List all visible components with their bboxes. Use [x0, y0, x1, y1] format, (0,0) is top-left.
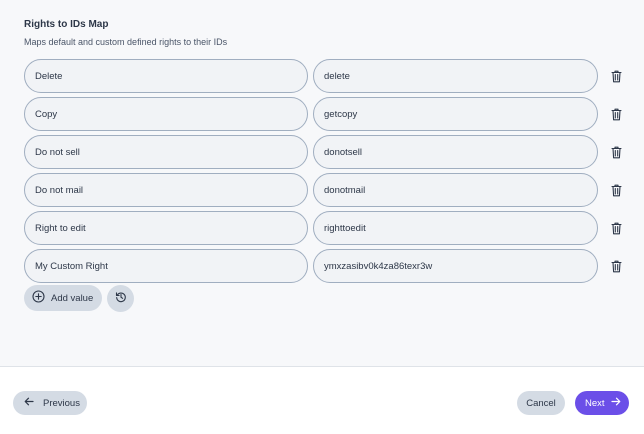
add-value-label: Add value: [51, 292, 94, 304]
reset-button[interactable]: [107, 285, 134, 312]
mapping-row: Right to edit righttoedit: [24, 211, 634, 245]
right-name-field[interactable]: Delete: [24, 59, 308, 93]
cancel-button[interactable]: Cancel: [517, 391, 565, 415]
trash-icon[interactable]: [609, 182, 623, 198]
mapping-list: Delete delete Copy getcopy Do not sell d…: [24, 59, 634, 287]
section-description: Maps default and custom defined rights t…: [24, 37, 228, 47]
right-name-field[interactable]: Right to edit: [24, 211, 308, 245]
trash-icon[interactable]: [609, 220, 623, 236]
section-header: Rights to IDs Map Maps default and custo…: [24, 19, 227, 47]
mapping-row: Copy getcopy: [24, 97, 634, 131]
right-name-field[interactable]: Do not mail: [24, 173, 308, 207]
list-actions: Add value: [24, 285, 134, 312]
trash-icon[interactable]: [609, 106, 623, 122]
next-label: Next: [585, 397, 605, 409]
trash-icon[interactable]: [609, 144, 623, 160]
plus-circle-icon: [32, 290, 45, 306]
mapping-row: Do not mail donotmail: [24, 173, 634, 207]
right-id-field[interactable]: ymxzasibv0k4za86texr3w: [313, 249, 598, 283]
cancel-label: Cancel: [526, 397, 556, 409]
mapping-row: Do not sell donotsell: [24, 135, 634, 169]
previous-label: Previous: [43, 397, 80, 409]
arrow-right-icon: [610, 397, 621, 409]
right-id-field[interactable]: getcopy: [313, 97, 598, 131]
right-name-field[interactable]: Copy: [24, 97, 308, 131]
previous-button[interactable]: Previous: [13, 391, 87, 415]
trash-icon[interactable]: [609, 258, 623, 274]
trash-icon[interactable]: [609, 68, 623, 84]
right-id-field[interactable]: delete: [313, 59, 598, 93]
mapping-row: My Custom Right ymxzasibv0k4za86texr3w: [24, 249, 634, 283]
right-id-field[interactable]: righttoedit: [313, 211, 598, 245]
right-id-field[interactable]: donotmail: [313, 173, 598, 207]
right-name-field[interactable]: My Custom Right: [24, 249, 308, 283]
right-name-field[interactable]: Do not sell: [24, 135, 308, 169]
mapping-row: Delete delete: [24, 59, 634, 93]
add-value-button[interactable]: Add value: [24, 285, 102, 311]
section-title: Rights to IDs Map: [24, 19, 109, 30]
history-icon: [115, 291, 127, 306]
arrow-left-icon: [24, 397, 34, 409]
right-id-field[interactable]: donotsell: [313, 135, 598, 169]
next-button[interactable]: Next: [575, 391, 629, 415]
